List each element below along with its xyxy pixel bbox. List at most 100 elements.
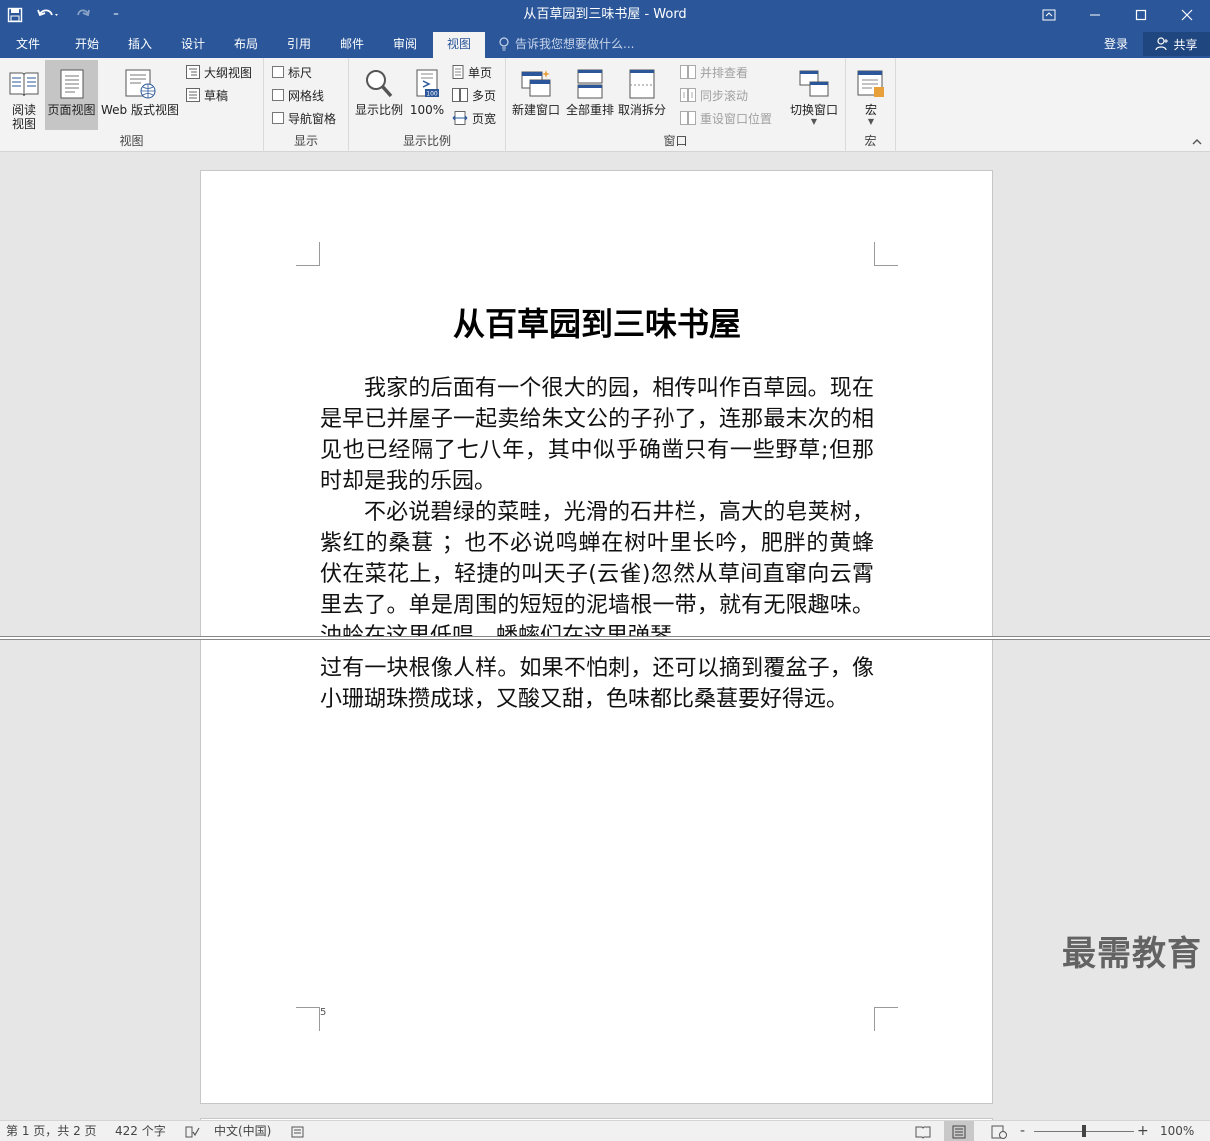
remove-split-label: 取消拆分 (617, 103, 666, 117)
macros-button[interactable]: 宏 ▼ (852, 60, 890, 127)
ruler-check-box[interactable] (272, 66, 284, 78)
web-layout-button[interactable]: Web 版式视图 (99, 60, 181, 117)
gridlines-checkbox[interactable]: 网格线 (272, 85, 324, 105)
switch-windows-button[interactable]: 切换窗口 ▼ (786, 60, 842, 127)
draft-icon (186, 88, 200, 102)
redo-button[interactable] (68, 0, 98, 30)
side-by-side-label: 并排查看 (700, 65, 749, 80)
proofing-status[interactable] (184, 1121, 200, 1141)
macros-group-label: 宏 (864, 134, 877, 148)
view-side-by-side-button[interactable]: 并排查看 (680, 62, 748, 82)
tab-layout[interactable]: 布局 (220, 30, 272, 58)
tab-design[interactable]: 设计 (166, 30, 220, 58)
minimize-icon (1090, 14, 1100, 16)
one-page-button[interactable]: 单页 (452, 62, 492, 82)
tab-references[interactable]: 引用 (272, 30, 326, 58)
document-title[interactable]: 从百草园到三味书屋 (320, 299, 874, 345)
sync-scroll-icon (680, 88, 696, 102)
word-count-text: 422 个字 (115, 1124, 166, 1138)
web-layout-label: Web 版式视图 (101, 103, 179, 117)
ribbon-display-options-button[interactable] (1026, 0, 1072, 30)
svg-text:100: 100 (426, 91, 438, 98)
sign-in-link[interactable]: 登录 (1104, 30, 1128, 58)
window-split-bar[interactable] (0, 636, 1210, 640)
read-mode-view-button[interactable] (915, 1121, 931, 1141)
outline-icon (186, 65, 200, 79)
language-text: 中文(中国) (214, 1124, 272, 1138)
print-layout-view-button[interactable] (944, 1121, 974, 1141)
share-button[interactable]: 共享 (1143, 32, 1210, 56)
tab-mailings[interactable]: 邮件 (326, 30, 378, 58)
page-width-icon (452, 111, 468, 125)
draft-button[interactable]: 草稿 (186, 85, 228, 105)
paragraph-2[interactable]: 不必说碧绿的菜畦，光滑的石井栏，高大的皂荚树，紫红的桑葚 ；也不必说鸣蝉在树叶里… (320, 497, 874, 637)
zoom-100-button[interactable]: 100 100% (407, 60, 447, 117)
arrange-all-icon (577, 69, 603, 99)
minimize-button[interactable] (1072, 0, 1118, 30)
save-button[interactable] (0, 0, 30, 30)
lower-pane-paragraph[interactable]: 过有一块根像人样。如果不怕刺，还可以摘到覆盆子，像小珊瑚珠攒成球，又酸又甜，色味… (320, 653, 874, 715)
read-mode-button[interactable]: 阅读 视图 (4, 60, 44, 131)
page-count[interactable]: 第 1 页，共 2 页 (6, 1121, 97, 1141)
chevron-down-icon: ▼ (810, 117, 818, 126)
zoom-out-button[interactable]: - (1020, 1121, 1025, 1141)
tab-review[interactable]: 审阅 (378, 30, 432, 58)
tab-insert[interactable]: 插入 (114, 30, 166, 58)
macro-recording-status[interactable] (291, 1121, 305, 1141)
arrange-all-label: 全部重排 (565, 103, 614, 117)
customize-qat-button[interactable]: ⁼ (98, 0, 134, 30)
paragraph-1[interactable]: 我家的后面有一个很大的园，相传叫作百草园。现在是早已并屋子一起卖给朱文公的子孙了… (320, 373, 874, 497)
share-label: 共享 (1173, 37, 1198, 52)
synchronous-scrolling-button[interactable]: 同步滚动 (680, 85, 748, 105)
navigation-pane-checkbox[interactable]: 导航窗格 (272, 108, 336, 128)
zoom-level[interactable]: 100% (1160, 1121, 1194, 1141)
multiple-pages-button[interactable]: 多页 (452, 85, 496, 105)
lightbulb-icon (499, 37, 509, 51)
close-button[interactable] (1164, 0, 1210, 30)
zoom-group-label: 显示比例 (402, 134, 451, 148)
outline-button[interactable]: 大纲视图 (186, 62, 252, 82)
tab-home[interactable]: 开始 (60, 30, 114, 58)
document-area: 从百草园到三味书屋 我家的后面有一个很大的园，相传叫作百草园。现在是早已并屋子一… (0, 152, 1210, 1120)
macros-group: 宏 ▼ 宏 (846, 58, 896, 152)
web-layout-icon (125, 69, 156, 99)
new-window-button[interactable]: 新建窗口 (510, 60, 562, 117)
read-mode-icon (9, 72, 39, 97)
redo-icon (77, 9, 90, 17)
collapse-ribbon-button[interactable] (1192, 136, 1202, 149)
tell-me-box[interactable]: 告诉我您想要做什么... (498, 30, 634, 58)
tab-file[interactable]: 文件 (0, 30, 56, 58)
zoom-slider-thumb[interactable] (1082, 1125, 1086, 1137)
print-layout-label: 页面视图 (47, 103, 96, 117)
page-width-button[interactable]: 页宽 (452, 108, 496, 128)
navigation-pane-check-box[interactable] (272, 112, 284, 124)
reset-position-icon (680, 111, 696, 125)
zoom-button[interactable]: 显示比例 (353, 60, 405, 117)
zoom-level-text: 100% (1160, 1124, 1195, 1138)
print-layout-button[interactable]: 页面视图 (45, 60, 98, 130)
word-count[interactable]: 422 个字 (115, 1121, 166, 1141)
zoom-100-label: 100% (409, 103, 445, 117)
outline-label: 大纲视图 (204, 65, 253, 80)
language-status[interactable]: 中文(中国) (214, 1121, 271, 1141)
margin-corner-bottom-left (296, 1007, 320, 1031)
maximize-button[interactable] (1118, 0, 1164, 30)
gridlines-check-box[interactable] (272, 89, 284, 101)
show-group: 标尺 网格线 导航窗格 显示 (264, 58, 349, 152)
reset-window-position-button[interactable]: 重设窗口位置 (680, 108, 772, 128)
web-layout-view-button[interactable] (991, 1121, 1007, 1141)
ruler-checkbox[interactable]: 标尺 (272, 62, 312, 82)
chevron-down-icon: ▼ (867, 117, 875, 126)
close-icon (1181, 9, 1193, 21)
undo-button[interactable] (30, 0, 68, 30)
reset-position-label: 重设窗口位置 (700, 111, 773, 126)
arrange-all-button[interactable]: 全部重排 (564, 60, 616, 117)
print-layout-icon (60, 69, 83, 99)
zoom-group: 显示比例 100 100% 单页 多页 页宽 显示比例 (349, 58, 506, 152)
tab-view[interactable]: 视图 (433, 32, 485, 58)
gridlines-label: 网格线 (288, 88, 325, 103)
remove-split-button[interactable]: 取消拆分 (616, 60, 668, 117)
ribbon-tabs: 文件 开始 插入 设计 布局 引用 邮件 审阅 视图 告诉我您想要做什么... … (0, 30, 1210, 58)
sync-scroll-label: 同步滚动 (700, 88, 749, 103)
zoom-in-button[interactable]: + (1137, 1121, 1149, 1141)
